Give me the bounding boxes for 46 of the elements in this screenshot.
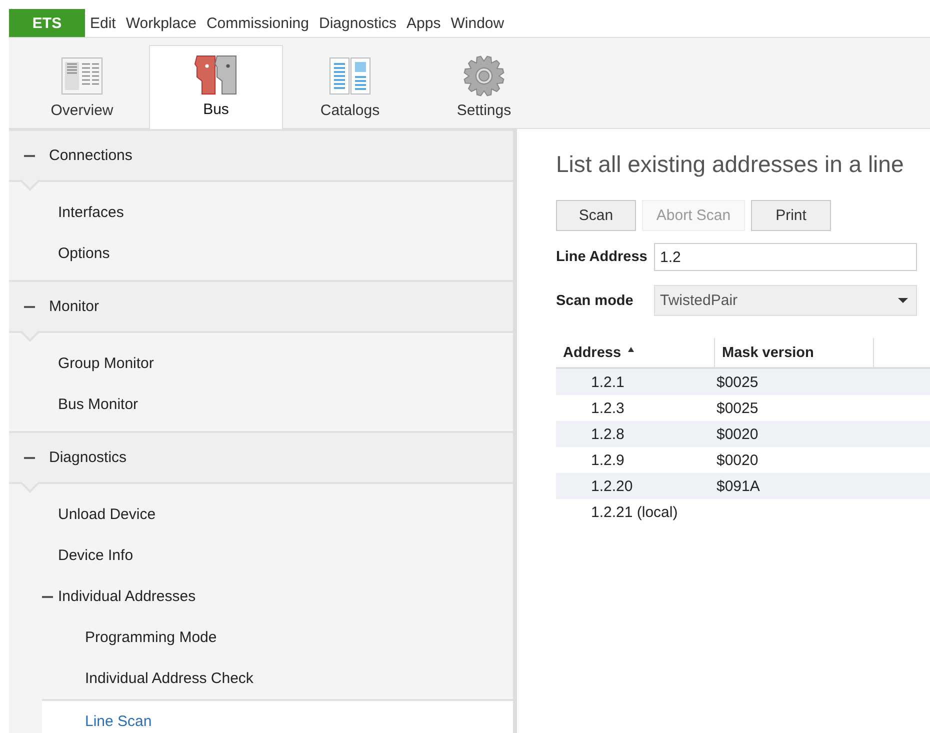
tree-item[interactable]: Line Scan: [42, 699, 513, 733]
table-cell: 1.2.1: [591, 374, 624, 390]
section-title[interactable]: Monitor: [49, 298, 100, 315]
action-button[interactable]: Print: [751, 200, 831, 231]
ribbon-tab[interactable]: Overview: [15, 46, 149, 129]
field-label: Line Address: [556, 249, 648, 265]
app-menu-button[interactable]: ETS: [9, 9, 85, 37]
tree-item[interactable]: Individual Address Check: [42, 658, 513, 699]
ribbon-tab[interactable]: Catalogs: [283, 46, 417, 129]
figures-icon: [194, 55, 238, 95]
tree-item[interactable]: Bus Monitor: [9, 384, 513, 425]
action-button[interactable]: Scan: [556, 200, 636, 231]
document-icon: [61, 57, 103, 95]
input-field[interactable]: 1.2: [654, 243, 917, 271]
section-title[interactable]: Diagnostics: [49, 449, 127, 466]
ribbon-tab[interactable]: Settings: [417, 46, 551, 129]
table-cell: $0025: [716, 400, 758, 416]
menu-item[interactable]: Commissioning: [201, 9, 314, 37]
tree-item[interactable]: Device Info: [9, 535, 513, 576]
table-cell: 1.2.9: [591, 452, 624, 468]
menu-item[interactable]: Workplace: [120, 9, 202, 37]
menu-item[interactable]: Edit: [85, 9, 121, 37]
table-cell: $0025: [716, 374, 758, 390]
book-icon: [329, 57, 371, 95]
table-cell: $091A: [716, 478, 760, 494]
page-title: List all existing addresses in a line: [556, 151, 905, 178]
tree-item[interactable]: Group Monitor: [9, 343, 513, 384]
menu-item[interactable]: Diagnostics: [314, 9, 402, 37]
field-label: Scan mode: [556, 292, 634, 308]
dropdown[interactable]: TwistedPair: [654, 285, 917, 316]
table-cell: 1.2.3: [591, 400, 624, 416]
tree-item[interactable]: Interfaces: [9, 192, 513, 233]
tree-item[interactable]: Options: [9, 233, 513, 274]
table-cell: 1.2.21 (local): [591, 504, 678, 520]
table-cell: $0020: [716, 426, 758, 442]
section-title[interactable]: Connections: [49, 147, 132, 164]
table-cell: 1.2.20: [591, 478, 633, 494]
tree-item[interactable]: Unload Device: [9, 494, 513, 535]
menu-item[interactable]: Apps: [402, 9, 446, 37]
tree-item[interactable]: Individual Addresses: [9, 576, 513, 617]
settings-icon: [463, 55, 505, 97]
tree-item[interactable]: Programming Mode: [42, 617, 513, 658]
table-cell: $0020: [716, 452, 758, 468]
table-cell: 1.2.8: [591, 426, 624, 442]
menu-item[interactable]: Window: [446, 9, 510, 37]
ribbon-tab[interactable]: Bus: [149, 45, 283, 129]
